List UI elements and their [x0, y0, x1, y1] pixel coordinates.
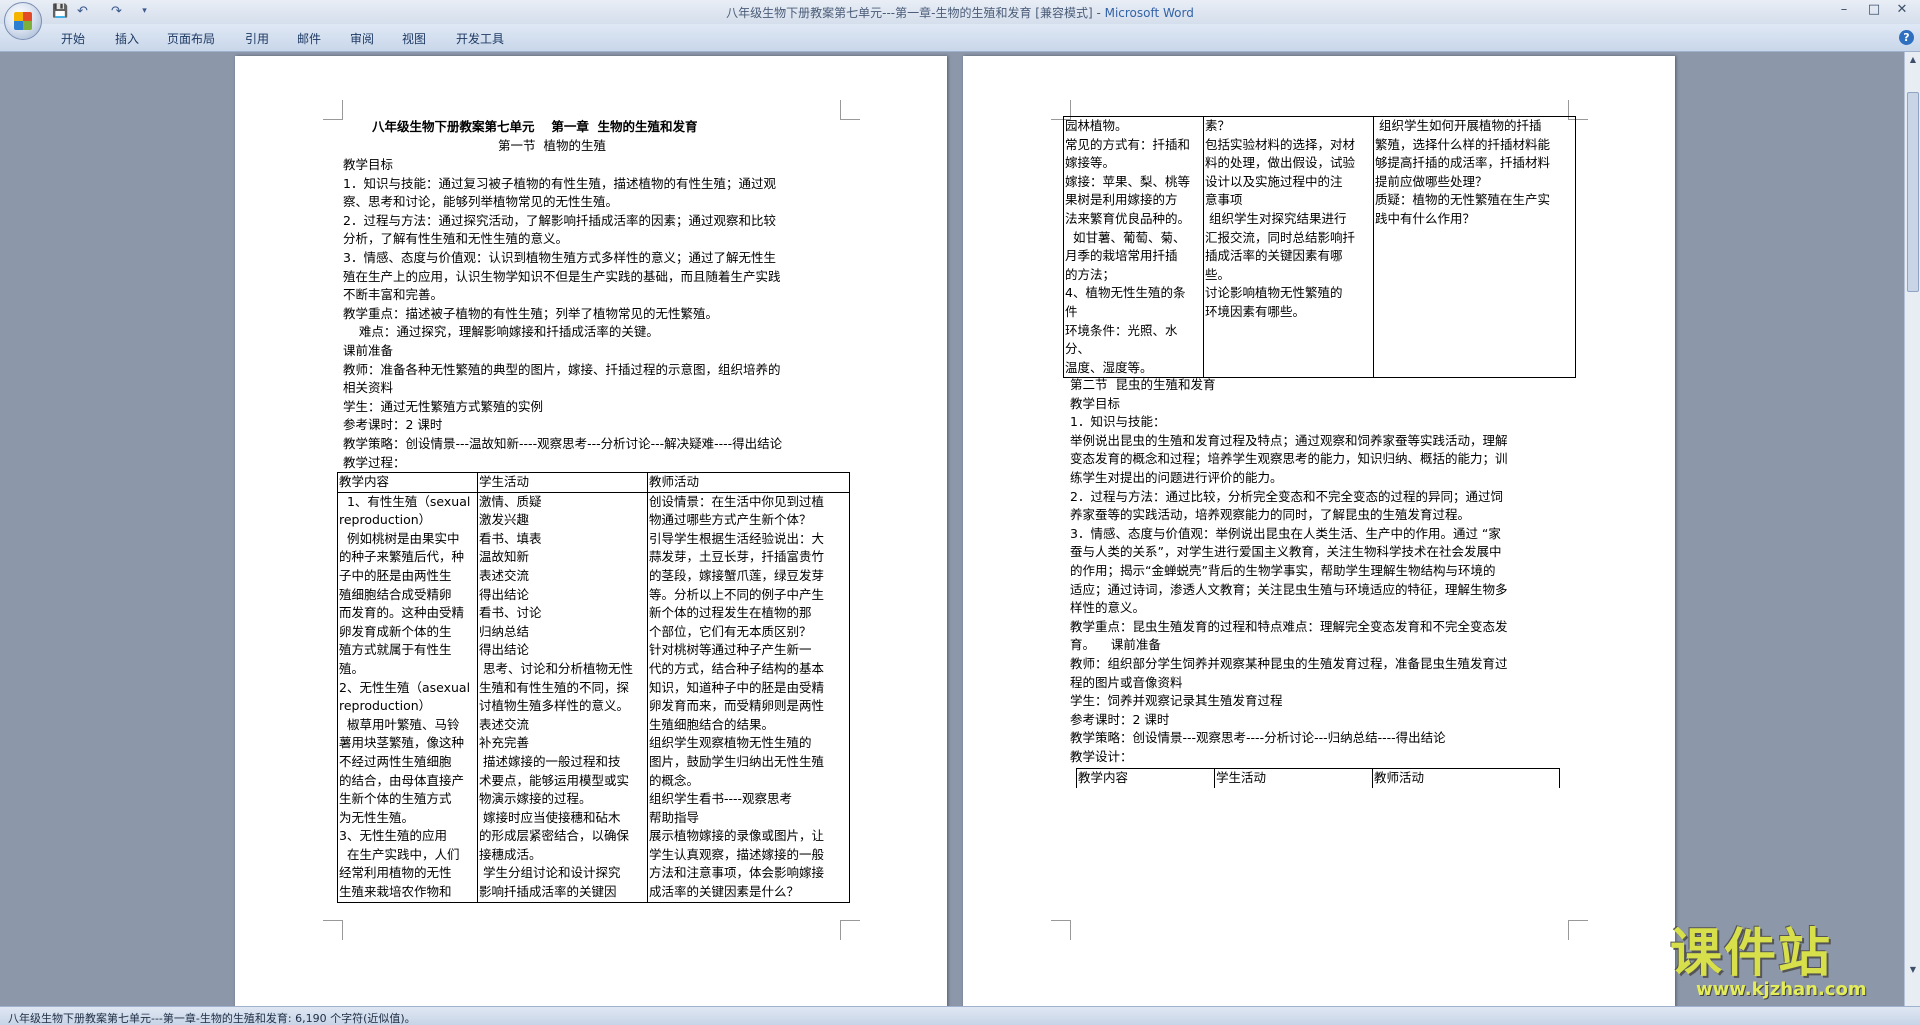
- table-cell-teacher: 创设情景：在生活中你见到过植 物通过哪些方式产生新个体？ 引导学生根据生活经验说…: [647, 491, 850, 903]
- ribbon-tab-bar: 开始 插入 页面布局 引用 邮件 审阅 视图 开发工具 ?: [0, 24, 1920, 52]
- page1-body: 教学目标 1．知识与技能：通过复习被子植物的有性生殖，描述植物的有性生殖；通过观察…: [343, 156, 863, 472]
- crop-mark: [1568, 920, 1588, 940]
- help-icon[interactable]: ?: [1899, 30, 1914, 45]
- text-line: 教学重点：昆虫生殖发育的过程和特点难点：理解完全变态发育和不完全变态发: [1070, 618, 1508, 634]
- text-line: 察、思考和讨论，能够列举植物常见的无性生殖。: [343, 194, 619, 210]
- text-line: 第二节 昆虫的生殖和发育: [1070, 377, 1216, 392]
- close-button[interactable]: ✕: [1888, 0, 1916, 20]
- text-line: 课前准备: [343, 342, 394, 358]
- text-line: 学生：饲养并观察记录其生殖发育过程: [1070, 693, 1283, 709]
- text-line: 程的图片或音像资料: [1070, 674, 1183, 690]
- minimize-button[interactable]: –: [1830, 0, 1858, 20]
- tab-page-layout[interactable]: 页面布局: [167, 30, 215, 47]
- title-bar: 💾 ↶ ↷ ▾ 八年级生物下册教案第七单元---第一章-生物的生殖和发育 [兼容…: [0, 0, 1920, 24]
- text-line: 3．情感、态度与价值观：认识到植物生殖方式多样性的意义；通过了解无性生: [343, 249, 776, 265]
- office-button[interactable]: [4, 2, 42, 40]
- text-line: 蚕与人类的关系”，对学生进行爱国主义教育，关注生物科学技术在社会发展中: [1070, 544, 1502, 560]
- text-line: 育。 课前准备: [1070, 637, 1161, 653]
- watermark-url: www.kjzhan.com: [1696, 979, 1867, 1000]
- tab-references[interactable]: 引用: [245, 30, 269, 47]
- scroll-up-icon[interactable]: ▲: [1907, 54, 1919, 66]
- tab-home[interactable]: 开始: [61, 30, 85, 47]
- text-line: 2．过程与方法：通过比较，分析完全变态和不完全变态的过程的异同；通过饲: [1070, 488, 1503, 504]
- tab-mailings[interactable]: 邮件: [297, 30, 321, 47]
- text-line: 教师：准备各种无性繁殖的典型的图片，嫁接、扦插过程的示意图，组织培养的: [343, 361, 781, 377]
- document-page-1: 八年级生物下册教案第七单元 第一章 生物的生殖和发育 第一节 植物的生殖 教学目…: [235, 56, 947, 1006]
- text-line: 2．过程与方法：通过探究活动，了解影响扦插成活率的因素；通过观察和比较: [343, 212, 776, 228]
- table-cell-teacher: 组织学生如何开展植物的扦插 繁殖，选择什么样的扦插材料能 够提高扦插的成活率，扦…: [1373, 115, 1576, 379]
- crop-mark: [840, 920, 860, 940]
- text-line: 教学过程：: [343, 454, 406, 470]
- text-line: 1．知识与技能：通过复习被子植物的有性生殖，描述植物的有性生殖；通过观: [343, 175, 776, 191]
- table-cell-content: 1、有性生殖（sexual reproduction） 例如桃树是由果实中 的种…: [337, 491, 478, 903]
- text-line: 学生：通过无性繁殖方式繁殖的实例: [343, 398, 544, 414]
- watermark-brand: 课件站: [1670, 924, 1833, 984]
- tab-insert[interactable]: 插入: [115, 30, 139, 47]
- text-line: 1．知识与技能：: [1070, 414, 1166, 430]
- text-line: 教学目标: [1070, 395, 1121, 411]
- text-line: 教学设计：: [1070, 748, 1133, 764]
- text-line: 变态发育的概念和过程；培养学生观察思考的能力，知识归纳、概括的能力；训: [1070, 451, 1508, 467]
- text-line: 教学策略：创设情景---观察思考----分析讨论---归纳总结----得出结论: [1070, 730, 1446, 746]
- text-line: 难点：通过探究，理解影响嫁接和扦插成活率的关键。: [343, 324, 659, 340]
- text-line: 参考课时：2 课时: [1070, 711, 1170, 727]
- tab-developer[interactable]: 开发工具: [456, 30, 504, 47]
- window-title: 八年级生物下册教案第七单元---第一章-生物的生殖和发育 [兼容模式] - Mi…: [726, 6, 1194, 20]
- lesson-table-page1: 教学内容 学生活动 教师活动 1、有性生殖（sexual reproductio…: [337, 472, 850, 903]
- document-title: 八年级生物下册教案第七单元 第一章 生物的生殖和发育: [372, 119, 698, 134]
- table-header-teacher: 教师活动: [647, 472, 850, 493]
- office-logo-icon: [14, 12, 32, 30]
- document-area[interactable]: 八年级生物下册教案第七单元 第一章 生物的生殖和发育 第一节 植物的生殖 教学目…: [0, 52, 1904, 1006]
- table-cell-student: 激情、质疑 激发兴趣 看书、填表 温故知新 表述交流 得出结论 看书、讨论 归纳…: [477, 491, 648, 903]
- text-line: 教学目标: [343, 157, 394, 172]
- text-line: 的作用；揭示“金蝉蜕壳”背后的生物学事实，帮助学生理解生物结构与环境的: [1070, 562, 1496, 578]
- crop-mark: [1051, 920, 1071, 940]
- lesson-table-page2: 园林植物。 常见的方式有：扦插和 嫁接等。 嫁接：苹果、梨、桃等 果树是利用嫁接…: [1063, 115, 1576, 379]
- tab-view[interactable]: 视图: [402, 30, 426, 47]
- scroll-down-icon[interactable]: ▼: [1907, 964, 1919, 976]
- text-line: 养家蚕等的实践活动，培养观察能力的同时，了解昆虫的生殖发育过程。: [1070, 507, 1471, 523]
- text-line: 不断丰富和完善。: [343, 287, 444, 303]
- text-line: 样性的意义。: [1070, 600, 1146, 616]
- table-header-content: 教学内容: [1076, 767, 1215, 788]
- section-title: 第一节 植物的生殖: [498, 138, 606, 153]
- text-line: 教学重点：描述被子植物的有性生殖；列举了植物常见的无性繁殖。: [343, 305, 719, 321]
- table-header-content: 教学内容: [337, 472, 478, 493]
- table-header-teacher: 教师活动: [1372, 767, 1560, 788]
- table-cell-student: 素？ 包括实验材料的选择，对材 料的处理，做出假设，试验 设计以及实施过程中的注…: [1203, 115, 1374, 379]
- page2-body: 第二节 昆虫的生殖和发育 教学目标 1．知识与技能： 举例说出昆虫的生殖和发育过程及特…: [1070, 376, 1610, 766]
- table-header-student: 学生活动: [1214, 767, 1373, 788]
- text-line: 相关资料: [343, 380, 394, 396]
- text-line: 练学生对提出的问题进行评价的能力。: [1070, 469, 1283, 485]
- text-line: 参考课时：2 课时: [343, 417, 443, 433]
- table-cell-content: 园林植物。 常见的方式有：扦插和 嫁接等。 嫁接：苹果、梨、桃等 果树是利用嫁接…: [1063, 115, 1204, 379]
- text-line: 教师：组织部分学生饲养并观察某种昆虫的生殖发育过程，准备昆虫生殖发育过: [1070, 655, 1508, 671]
- tab-review[interactable]: 审阅: [350, 30, 374, 47]
- maximize-button[interactable]: □: [1860, 0, 1888, 20]
- scrollbar-thumb[interactable]: [1907, 92, 1919, 292]
- document-page-2: 园林植物。 常见的方式有：扦插和 嫁接等。 嫁接：苹果、梨、桃等 果树是利用嫁接…: [963, 56, 1675, 1006]
- crop-mark: [840, 100, 860, 120]
- text-line: 殖在生产上的应用，认识生物学知识不但是生产实践的基础，而且随着生产实践: [343, 268, 781, 284]
- text-line: 适应；通过诗词，渗透人文教育；关注昆虫生殖与环境适应的特征，理解生物多: [1070, 581, 1508, 597]
- vertical-scrollbar[interactable]: ▲ ▼: [1904, 52, 1920, 1006]
- crop-mark: [323, 100, 343, 120]
- lesson-design-table: 教学内容 学生活动 教师活动: [1076, 767, 1560, 788]
- text-line: 举例说出昆虫的生殖和发育过程及特点；通过观察和饲养家蚕等实践活动，理解: [1070, 432, 1508, 448]
- status-text: 八年级生物下册教案第七单元---第一章-生物的生殖和发育: 6,190 个字符(…: [8, 1012, 416, 1025]
- watermark-logo: 课件站 www.kjzhan.com: [1670, 925, 1905, 1000]
- text-line: 3．情感、态度与价值观：举例说出昆虫在人类生活、生产中的作用。通过 “家: [1070, 525, 1501, 541]
- crop-mark: [323, 920, 343, 940]
- status-bar: 八年级生物下册教案第七单元---第一章-生物的生殖和发育: 6,190 个字符(…: [0, 1006, 1920, 1025]
- text-line: 分析，了解有性生殖和无性生殖的意义。: [343, 231, 569, 247]
- table-header-student: 学生活动: [477, 472, 648, 493]
- text-line: 教学策略：创设情景---温故知新----观察思考---分析讨论---解决疑难--…: [343, 435, 783, 451]
